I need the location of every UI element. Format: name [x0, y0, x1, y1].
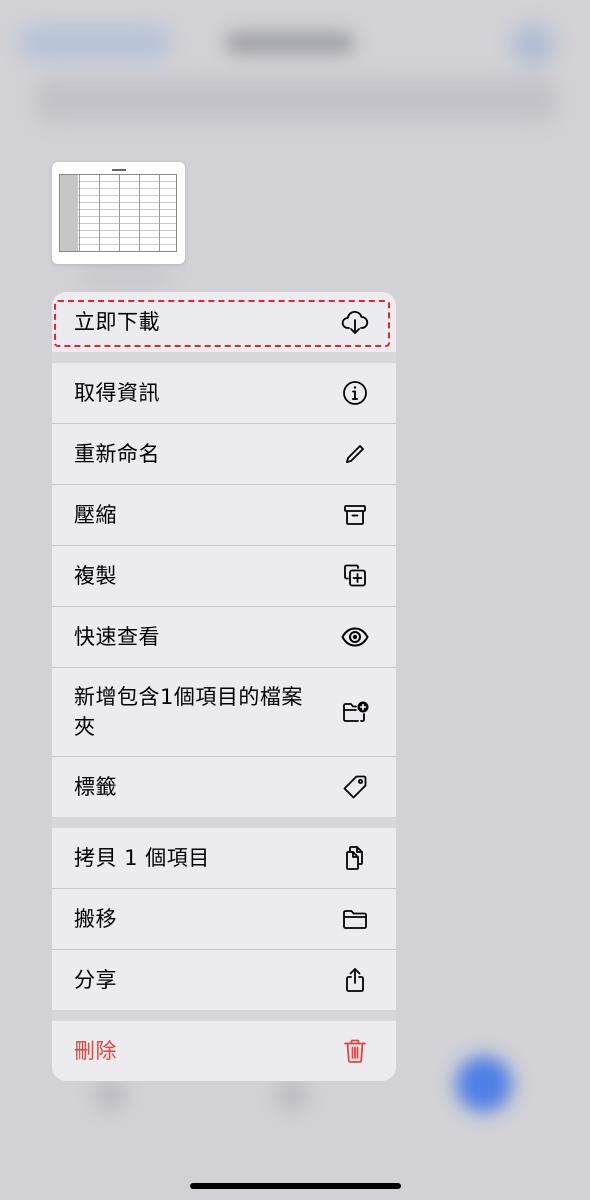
tab-bar-icon	[277, 1080, 307, 1110]
menu-item-duplicate[interactable]: 複製	[52, 546, 396, 606]
menu-item-copy-items[interactable]: 拷貝 1 個項目	[52, 828, 396, 888]
context-menu: 立即下載 取得資訊 重新命名 壓縮 複製 快速查看 新增包含1個項目的檔案 夾 …	[52, 292, 396, 1081]
menu-item-label: 取得資訊	[74, 381, 160, 405]
tab-bar-icon	[95, 1080, 125, 1110]
menu-group-transfer: 拷貝 1 個項目 搬移 分享	[52, 828, 396, 1010]
share-icon	[340, 965, 370, 995]
documents-icon	[340, 843, 370, 873]
menu-item-move[interactable]: 搬移	[52, 889, 396, 949]
menu-item-new-folder[interactable]: 新增包含1個項目的檔案 夾	[52, 668, 396, 756]
spreadsheet-preview	[59, 174, 177, 252]
eye-icon	[340, 622, 370, 652]
menu-item-label-line1: 新增包含1個項目的檔案	[74, 685, 303, 709]
menu-item-share[interactable]: 分享	[52, 950, 396, 1010]
menu-item-label: 分享	[74, 968, 117, 992]
menu-item-label: 複製	[74, 564, 117, 588]
nav-more-button	[512, 24, 554, 66]
menu-item-label: 刪除	[74, 1039, 117, 1063]
menu-item-quick-look[interactable]: 快速查看	[52, 607, 396, 667]
archive-box-icon	[340, 500, 370, 530]
menu-item-label: 拷貝 1 個項目	[74, 846, 210, 870]
menu-group-actions: 取得資訊 重新命名 壓縮 複製 快速查看 新增包含1個項目的檔案 夾 標籤	[52, 363, 396, 817]
menu-item-compress[interactable]: 壓縮	[52, 485, 396, 545]
menu-item-delete[interactable]: 刪除	[52, 1021, 396, 1081]
menu-item-label: 壓縮	[74, 503, 117, 527]
spreadsheet-title-mark	[112, 169, 126, 171]
menu-item-label: 快速查看	[74, 625, 160, 649]
menu-item-label: 標籤	[74, 775, 117, 799]
file-thumbnail[interactable]	[52, 162, 185, 264]
pencil-icon	[340, 439, 370, 469]
menu-item-tags[interactable]: 標籤	[52, 757, 396, 817]
nav-title	[225, 32, 355, 54]
file-name-label	[80, 270, 170, 284]
trash-icon	[340, 1036, 370, 1066]
home-indicator[interactable]	[190, 1183, 401, 1189]
menu-group-delete: 刪除	[52, 1021, 396, 1081]
menu-item-get-info[interactable]: 取得資訊	[52, 363, 396, 423]
floating-action-button	[456, 1056, 512, 1112]
nav-back-button	[20, 26, 170, 60]
menu-item-rename[interactable]: 重新命名	[52, 424, 396, 484]
folder-icon	[340, 904, 370, 934]
menu-item-label: 搬移	[74, 907, 117, 931]
search-bar	[36, 78, 556, 122]
menu-group-download: 立即下載	[52, 292, 396, 352]
info-icon	[340, 378, 370, 408]
highlight-annotation	[54, 300, 390, 347]
menu-item-label-line2: 夾	[74, 715, 96, 739]
duplicate-icon	[340, 561, 370, 591]
menu-item-label: 重新命名	[74, 442, 160, 466]
folder-plus-icon	[340, 697, 370, 727]
tag-icon	[340, 772, 370, 802]
